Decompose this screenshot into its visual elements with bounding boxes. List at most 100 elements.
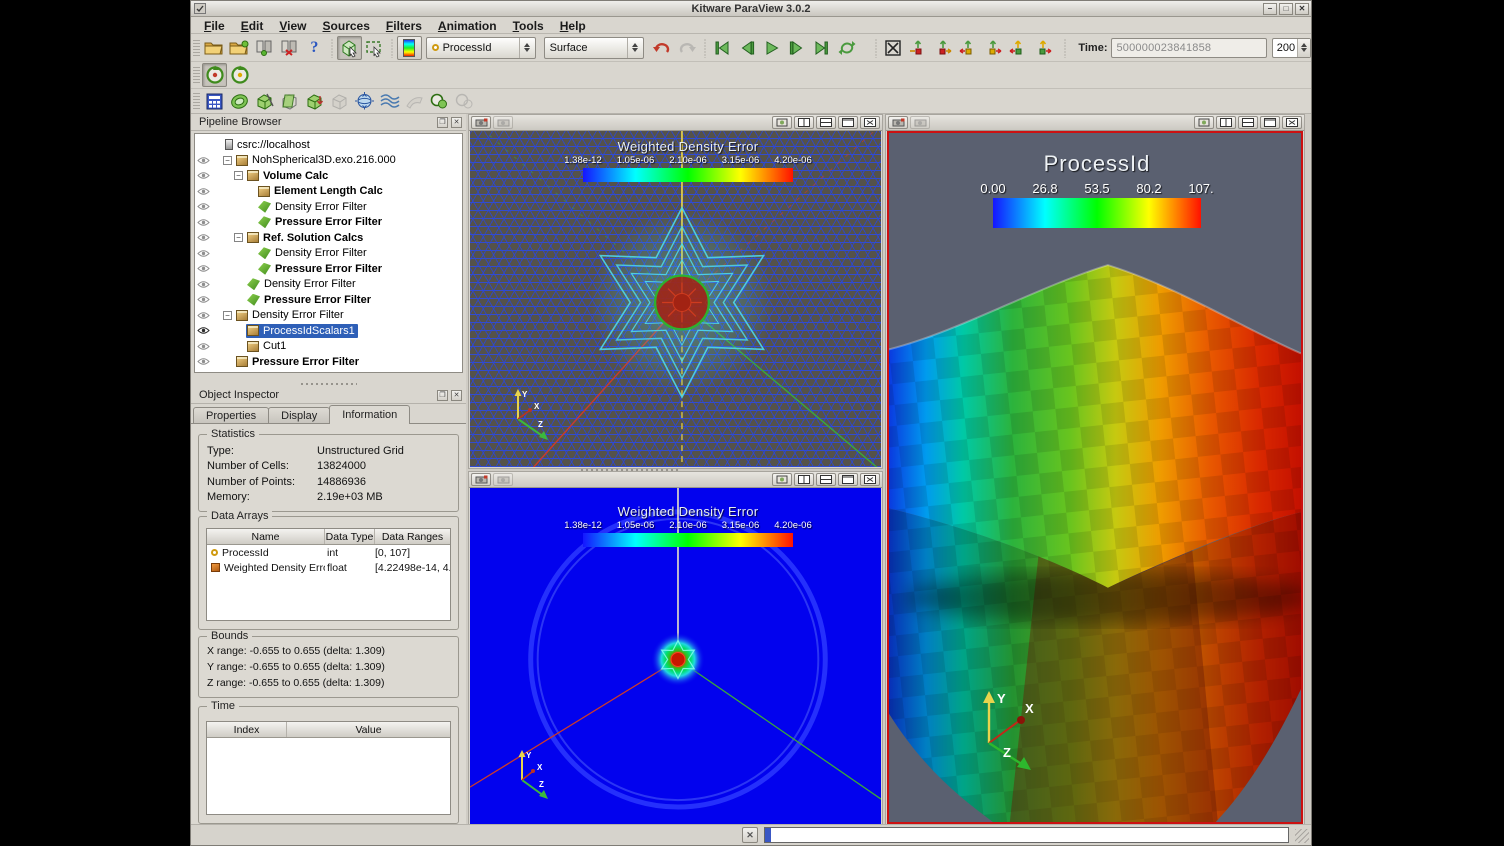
capture-camera-button[interactable] — [471, 116, 491, 129]
first-frame-button[interactable] — [710, 36, 735, 60]
tree-expander[interactable]: − — [223, 156, 232, 165]
ungroup-datasets-button[interactable] — [452, 89, 477, 113]
next-frame-button[interactable] — [785, 36, 810, 60]
menu-sources[interactable]: Sources — [316, 19, 377, 33]
split-view-horizontal-button[interactable] — [794, 473, 814, 486]
pipeline-item[interactable]: Density Error Filter — [195, 199, 462, 215]
color-by-combo[interactable]: ProcessId — [426, 37, 536, 59]
menu-tools[interactable]: Tools — [506, 19, 551, 33]
surface-selection-button[interactable] — [337, 36, 362, 60]
abort-progress-button[interactable]: ✕ — [742, 827, 758, 843]
pipeline-item[interactable]: Cut1 — [195, 339, 462, 355]
tree-expander[interactable]: − — [223, 311, 232, 320]
frame-spinbox[interactable]: 200 — [1272, 38, 1311, 58]
panel-splitter[interactable] — [191, 380, 466, 387]
render-viewport-bottom[interactable]: Weighted Density Error 1.38e-121.05e-062… — [470, 488, 881, 824]
close-view-button[interactable] — [860, 473, 880, 486]
set-view-minus-y-button[interactable] — [980, 36, 1005, 60]
slice-filter-button[interactable] — [277, 89, 302, 113]
calculator-filter-button[interactable] — [202, 89, 227, 113]
split-view-horizontal-button[interactable] — [794, 116, 814, 129]
tab-properties[interactable]: Properties — [193, 407, 269, 424]
toolbar-handle[interactable] — [193, 91, 200, 111]
pipeline-item[interactable]: Pressure Error Filter — [195, 215, 462, 231]
tab-display[interactable]: Display — [268, 407, 330, 424]
visibility-eye-icon[interactable] — [195, 342, 212, 351]
pipeline-item[interactable]: Density Error Filter — [195, 246, 462, 262]
spin-arrows[interactable] — [1297, 39, 1310, 57]
column-header[interactable]: Name — [207, 529, 325, 544]
close-view-button[interactable] — [1282, 116, 1302, 129]
time-value-field[interactable]: 500000023841858 — [1111, 38, 1266, 58]
set-view-plus-y-button[interactable] — [955, 36, 980, 60]
undo-button[interactable] — [650, 36, 675, 60]
set-view-plus-z-button[interactable] — [1005, 36, 1030, 60]
split-view-horizontal-button[interactable] — [1216, 116, 1236, 129]
undock-panel-button[interactable]: ❐ — [437, 117, 448, 128]
view-splitter[interactable] — [581, 469, 681, 471]
close-panel-button[interactable]: ✕ — [451, 390, 462, 401]
maximize-button[interactable]: □ — [1279, 3, 1293, 15]
load-state-button[interactable] — [227, 36, 252, 60]
glyph-filter-button[interactable] — [352, 89, 377, 113]
pick-center-button[interactable] — [227, 63, 252, 87]
loop-button[interactable] — [835, 36, 860, 60]
data-array-row[interactable]: ProcessIdint[0, 107] — [207, 545, 450, 560]
split-view-vertical-button[interactable] — [1238, 116, 1258, 129]
close-view-button[interactable] — [860, 116, 880, 129]
pipeline-item[interactable]: Density Error Filter — [195, 277, 462, 293]
pipeline-item[interactable]: −Density Error Filter — [195, 308, 462, 324]
menu-edit[interactable]: Edit — [234, 19, 271, 33]
visibility-eye-icon[interactable] — [195, 280, 212, 289]
pipeline-item[interactable]: −Volume Calc — [195, 168, 462, 184]
last-frame-button[interactable] — [810, 36, 835, 60]
clip-filter-button[interactable] — [252, 89, 277, 113]
capture-camera-button[interactable] — [888, 116, 908, 129]
minimize-button[interactable]: – — [1263, 3, 1277, 15]
set-view-minus-x-button[interactable] — [930, 36, 955, 60]
play-button[interactable] — [760, 36, 785, 60]
pipeline-item[interactable]: ProcessIdScalars1 — [195, 323, 462, 339]
set-view-minus-z-button[interactable] — [1030, 36, 1055, 60]
visibility-eye-icon[interactable] — [195, 264, 212, 273]
pipeline-item[interactable]: Pressure Error Filter — [195, 354, 462, 370]
previous-frame-button[interactable] — [735, 36, 760, 60]
split-view-vertical-button[interactable] — [816, 473, 836, 486]
column-header[interactable]: Value — [287, 722, 450, 737]
visibility-eye-icon[interactable] — [195, 311, 212, 320]
extract-subset-filter-button[interactable] — [327, 89, 352, 113]
lookmark-button[interactable] — [772, 473, 792, 486]
visibility-eye-icon[interactable] — [195, 233, 212, 242]
contour-filter-button[interactable] — [227, 89, 252, 113]
help-button[interactable]: ? — [302, 36, 327, 60]
disconnect-server-button[interactable] — [277, 36, 302, 60]
resize-grip[interactable] — [1295, 829, 1309, 843]
column-header[interactable]: Data Type — [325, 529, 375, 544]
maximize-view-button[interactable] — [838, 473, 858, 486]
visibility-eye-icon[interactable] — [195, 202, 212, 211]
set-view-plus-x-button[interactable] — [905, 36, 930, 60]
maximize-view-button[interactable] — [1260, 116, 1280, 129]
data-array-row[interactable]: Weighted Density Errorfloat[4.22498e-14,… — [207, 560, 450, 575]
column-header[interactable]: Index — [207, 722, 287, 737]
menu-animation[interactable]: Animation — [431, 19, 504, 33]
menu-filters[interactable]: Filters — [379, 19, 429, 33]
tab-information[interactable]: Information — [329, 405, 410, 424]
pipeline-item[interactable]: csrc://localhost — [195, 137, 462, 153]
visibility-eye-icon[interactable] — [195, 187, 212, 196]
rubber-band-selection-button[interactable] — [362, 36, 387, 60]
pipeline-item[interactable]: Pressure Error Filter — [195, 261, 462, 277]
pipeline-item[interactable]: Pressure Error Filter — [195, 292, 462, 308]
pipeline-item[interactable]: Element Length Calc — [195, 184, 462, 200]
show-center-axes-button[interactable] — [202, 63, 227, 87]
pipeline-item[interactable]: −Ref. Solution Calcs — [195, 230, 462, 246]
visibility-eye-icon[interactable] — [195, 326, 212, 335]
render-viewport-top[interactable]: Weighted Density Error 1.38e-121.05e-062… — [470, 131, 881, 467]
lookmark-button[interactable] — [1194, 116, 1214, 129]
visibility-eye-icon[interactable] — [195, 249, 212, 258]
threshold-filter-button[interactable] — [302, 89, 327, 113]
representation-combo[interactable]: Surface — [544, 37, 644, 59]
menu-help[interactable]: Help — [553, 19, 593, 33]
close-button[interactable]: ✕ — [1295, 3, 1309, 15]
render-viewport-right[interactable]: ProcessId 0.0026.853.580.2107. Y X Z — [887, 131, 1303, 824]
